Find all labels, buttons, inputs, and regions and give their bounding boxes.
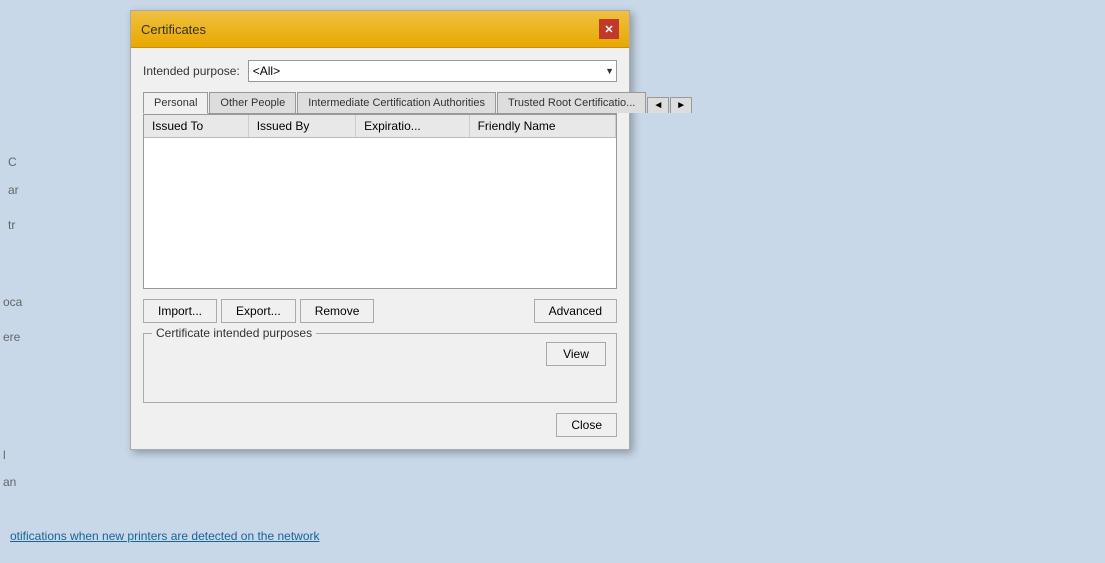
bg-text-c: C	[8, 155, 17, 169]
col-expiration[interactable]: Expiratio...	[356, 115, 470, 138]
tab-personal[interactable]: Personal	[143, 92, 208, 114]
import-button[interactable]: Import...	[143, 299, 217, 323]
certificates-dialog: Certificates ✕ Intended purpose: <All> ▼…	[130, 10, 630, 450]
dialog-title: Certificates	[141, 22, 206, 37]
remove-button[interactable]: Remove	[300, 299, 375, 323]
bg-text-l: l	[3, 448, 6, 462]
intended-purpose-row: Intended purpose: <All> ▼	[143, 60, 617, 82]
table-header-row: Issued To Issued By Expiratio... Friendl…	[144, 115, 616, 138]
col-issued-to[interactable]: Issued To	[144, 115, 248, 138]
tabs-container: Personal Other People Intermediate Certi…	[143, 92, 617, 114]
dialog-body: Intended purpose: <All> ▼ Personal Other…	[131, 48, 629, 449]
tab-other-people[interactable]: Other People	[209, 92, 296, 113]
export-button[interactable]: Export...	[221, 299, 296, 323]
dialog-close-button[interactable]: Close	[556, 413, 617, 437]
col-friendly-name[interactable]: Friendly Name	[469, 115, 615, 138]
bg-text-an: an	[3, 475, 16, 489]
view-btn-container: View	[546, 342, 606, 366]
bg-text-oca: oca	[3, 295, 22, 309]
intended-purpose-label: Intended purpose:	[143, 64, 240, 78]
tab-trusted-root[interactable]: Trusted Root Certificatio...	[497, 92, 646, 113]
intended-purpose-select[interactable]: <All>	[248, 60, 617, 82]
tab-nav-prev[interactable]: ◄	[647, 97, 669, 113]
tab-intermediate-ca[interactable]: Intermediate Certification Authorities	[297, 92, 496, 113]
cert-table: Issued To Issued By Expiratio... Friendl…	[144, 115, 616, 138]
intended-purpose-select-wrapper: <All> ▼	[248, 60, 617, 82]
buttons-row: Import... Export... Remove Advanced	[143, 299, 617, 323]
close-icon[interactable]: ✕	[599, 19, 619, 39]
col-issued-by[interactable]: Issued By	[248, 115, 355, 138]
close-row: Close	[143, 413, 617, 437]
cert-table-container: Issued To Issued By Expiratio... Friendl…	[143, 114, 617, 289]
bottom-notification[interactable]: otifications when new printers are detec…	[0, 529, 1105, 543]
tab-nav-next[interactable]: ►	[670, 97, 692, 113]
cert-purposes-group: Certificate intended purposes View	[143, 333, 617, 403]
advanced-button[interactable]: Advanced	[534, 299, 617, 323]
view-button[interactable]: View	[546, 342, 606, 366]
dialog-titlebar: Certificates ✕	[131, 11, 629, 48]
bg-text-ere: ere	[3, 330, 20, 344]
bottom-notification-text: otifications when new printers are detec…	[10, 529, 320, 543]
cert-purposes-legend: Certificate intended purposes	[152, 326, 316, 340]
bg-text-ar: ar	[8, 183, 19, 197]
bg-text-tr: tr	[8, 218, 15, 232]
cert-purposes-content: View	[154, 342, 606, 392]
